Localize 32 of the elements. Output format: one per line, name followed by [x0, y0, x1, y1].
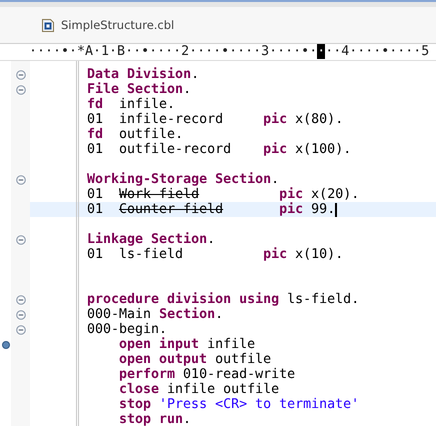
code-line: Data Division.	[87, 67, 200, 82]
file-icon	[42, 18, 54, 32]
collapse-icon[interactable]	[16, 84, 26, 94]
text-caret	[335, 202, 338, 216]
column-ruler: ····•·*A·1·B··•····2····•····3····•····4····•····5	[29, 45, 430, 59]
code-line: perform 010-read-write	[118, 367, 296, 382]
code-line: stop 'Press <CR> to terminate'	[118, 397, 360, 412]
code-line: File Section.	[87, 82, 192, 97]
code-line: 01 Counter field pic 99.	[87, 202, 336, 217]
code-line: Linkage Section.	[87, 232, 216, 247]
editor-tab[interactable]: SimpleStructure.cbl	[40, 14, 176, 36]
collapse-icon[interactable]	[16, 174, 26, 184]
code-line: stop run.	[118, 412, 192, 426]
code-line: fd infile.	[87, 97, 176, 112]
code-line: procedure division using ls-field.	[87, 292, 360, 307]
collapse-icon[interactable]	[16, 70, 26, 80]
code-line: 01 Work field pic x(20).	[87, 187, 360, 202]
code-line: Working-Storage Section.	[87, 172, 280, 187]
code-line: 000-begin.	[87, 322, 168, 337]
code-line: open input infile	[118, 337, 256, 352]
code-line: 000-Main Section.	[87, 307, 224, 322]
code-editor[interactable]	[0, 61, 436, 426]
collapse-icon[interactable]	[16, 234, 26, 244]
collapse-icon[interactable]	[16, 294, 26, 304]
collapse-icon[interactable]	[16, 310, 26, 320]
code-line: fd outfile.	[87, 127, 184, 142]
collapse-icon[interactable]	[16, 324, 26, 334]
code-line: 01 infile-record pic x(80).	[87, 112, 344, 127]
code-line: close infile outfile	[118, 382, 280, 397]
code-line: 01 outfile-record pic x(100).	[87, 142, 352, 157]
code-line: 01 ls-field pic x(10).	[87, 247, 344, 262]
code-line: open output outfile	[118, 352, 272, 367]
